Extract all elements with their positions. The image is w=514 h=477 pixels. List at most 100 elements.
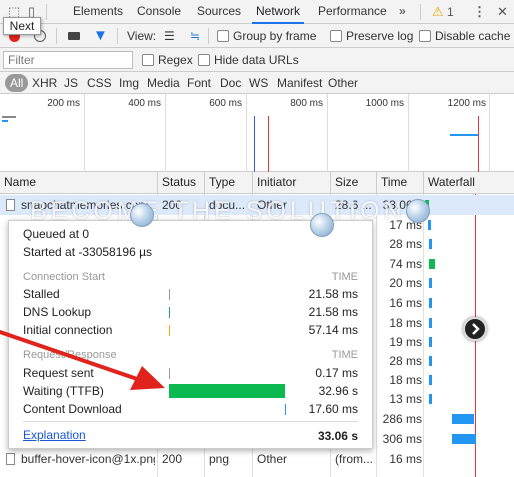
overview-tick: 400 ms — [128, 98, 161, 109]
request-time: 18 ms — [389, 316, 422, 330]
watermark-bubble — [310, 213, 334, 237]
devtools-tab-bar: ⬚ ▯ Elements Console Sources Network Per… — [0, 0, 514, 24]
warning-icon[interactable]: ⚠ — [432, 0, 444, 24]
type-font[interactable]: Font — [184, 74, 214, 92]
waterfall-bar — [428, 220, 431, 230]
timing-label: Content Download — [23, 402, 122, 416]
overview-tick: 800 ms — [290, 98, 323, 109]
filter-icon[interactable]: ▼ — [93, 27, 108, 44]
col-name[interactable]: Name — [0, 172, 36, 193]
waterfall-bar — [429, 356, 432, 366]
tab-elements[interactable]: Elements — [73, 0, 123, 24]
request-status: 200 — [162, 452, 183, 466]
request-type: png — [209, 452, 230, 466]
waterfall-bar — [429, 298, 432, 308]
tab-network[interactable]: Network — [252, 0, 305, 24]
request-time: 18 ms — [389, 373, 422, 387]
timing-value: 32.96 s — [318, 384, 358, 398]
time-header: TIME — [331, 271, 358, 283]
type-img[interactable]: Img — [116, 74, 142, 92]
explanation-link[interactable]: Explanation — [23, 428, 86, 442]
type-xhr[interactable]: XHR — [29, 74, 60, 92]
filter-input[interactable] — [3, 51, 133, 69]
load-line — [268, 116, 269, 172]
preserve-log-checkbox[interactable] — [330, 30, 342, 42]
large-rows-icon[interactable]: ☰ — [164, 30, 175, 42]
more-tabs-button[interactable]: » — [399, 0, 406, 24]
type-ws[interactable]: WS — [246, 74, 271, 92]
tab-console[interactable]: Console — [137, 0, 181, 24]
group-by-frame-label: Group by frame — [233, 29, 317, 43]
disable-cache-checkbox[interactable] — [419, 30, 431, 42]
table-row[interactable]: buffer-hover-icon@1x.png 200 png Other (… — [0, 449, 514, 469]
type-all[interactable]: All — [5, 74, 29, 92]
request-time: 286 ms — [382, 412, 422, 426]
request-time: 74 ms — [389, 257, 422, 271]
network-toolbar: ▼ View: ☰ ≒ Group by frame Preserve log … — [0, 24, 514, 48]
group-by-frame-checkbox[interactable] — [217, 30, 229, 42]
load-line — [478, 116, 479, 172]
col-size[interactable]: Size — [331, 172, 358, 193]
time-header: TIME — [331, 349, 358, 361]
request-time: 13 ms — [389, 392, 422, 406]
timing-value: 21.58 ms — [308, 287, 358, 301]
col-time[interactable]: Time — [377, 172, 407, 193]
request-time: 306 ms — [382, 432, 422, 446]
document-icon — [6, 199, 15, 211]
waterfall-bar — [429, 375, 432, 385]
overview-bar — [450, 134, 478, 136]
view-label: View: — [127, 29, 157, 43]
more-options-icon[interactable]: ⋮ — [473, 0, 486, 24]
queued-at: Queued at 0 — [23, 227, 90, 241]
request-time: 28 ms — [389, 237, 422, 251]
close-icon[interactable]: ✕ — [497, 0, 508, 24]
request-size: (from... — [335, 452, 373, 466]
waterfall-bar — [429, 318, 432, 328]
image-file-icon — [6, 453, 15, 465]
waterfall-bar — [429, 259, 435, 269]
col-initiator[interactable]: Initiator — [253, 172, 296, 193]
type-css[interactable]: CSS — [84, 74, 115, 92]
waterfall-view-icon[interactable]: ≒ — [190, 30, 200, 42]
hide-data-urls-checkbox[interactable] — [198, 54, 210, 66]
col-waterfall[interactable]: Waterfall — [424, 172, 475, 193]
warning-count[interactable]: 1 — [447, 0, 454, 24]
request-time: 16 ms — [389, 296, 422, 310]
tab-performance[interactable]: Performance — [318, 0, 387, 24]
tab-sources[interactable]: Sources — [197, 0, 241, 24]
overview-tick: 1000 ms — [365, 98, 404, 109]
preserve-log-label: Preserve log — [346, 29, 414, 43]
dom-content-loaded-line — [254, 116, 255, 172]
next-slide-button[interactable] — [463, 317, 487, 341]
waterfall-bar — [429, 239, 432, 249]
request-time: 16 ms — [389, 452, 422, 466]
connection-start-header: Connection Start — [23, 271, 105, 283]
screenshot-camera-icon[interactable] — [68, 32, 80, 40]
waterfall-bar — [429, 394, 432, 404]
type-other[interactable]: Other — [325, 74, 361, 92]
timing-value: 57.14 ms — [308, 323, 358, 337]
red-arrow-annotation — [0, 330, 165, 390]
type-doc[interactable]: Doc — [217, 74, 244, 92]
type-media[interactable]: Media — [144, 74, 183, 92]
col-type[interactable]: Type — [205, 172, 235, 193]
request-initiator: Other — [257, 452, 288, 466]
type-manifest[interactable]: Manifest — [274, 74, 325, 92]
overview-timeline[interactable]: 200 ms 400 ms 600 ms 800 ms 1000 ms 1200… — [0, 94, 514, 172]
timing-value: 21.58 ms — [308, 305, 358, 319]
watermark-bubble — [130, 203, 154, 227]
col-status[interactable]: Status — [158, 172, 196, 193]
waterfall-bar — [429, 337, 432, 347]
total-time: 33.06 s — [317, 429, 358, 443]
waiting-ttfb-bar — [169, 384, 285, 398]
timing-value: 0.17 ms — [315, 366, 358, 380]
regex-label: Regex — [158, 53, 193, 67]
timing-bar — [169, 289, 170, 300]
regex-checkbox[interactable] — [142, 54, 154, 66]
resource-type-filter: All XHR JS CSS Img Media Font Doc WS Man… — [0, 72, 514, 94]
type-js[interactable]: JS — [61, 74, 81, 92]
waterfall-bar — [429, 278, 432, 288]
network-table-header: Name Status Type Initiator Size Time Wat… — [0, 172, 514, 194]
overview-tick: 200 ms — [47, 98, 80, 109]
timing-value: 17.60 ms — [308, 402, 358, 416]
